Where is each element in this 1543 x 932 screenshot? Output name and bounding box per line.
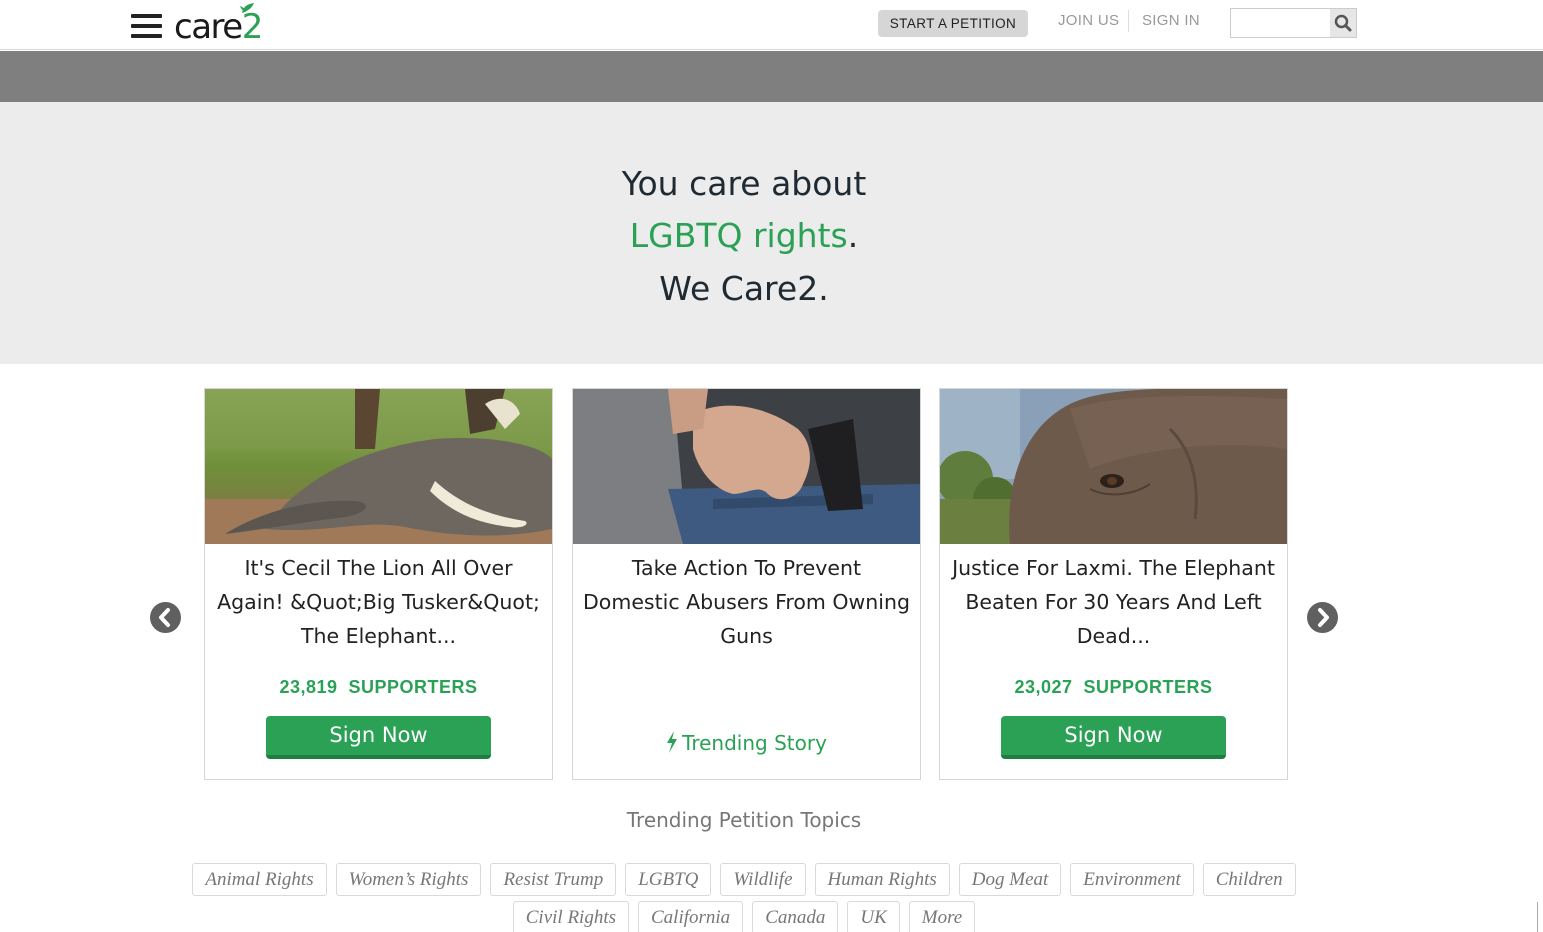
topic-tags-row: Civil Rights California Canada UK More — [0, 901, 1488, 932]
search-box — [1230, 8, 1357, 38]
supporters-count: 23,819 SUPPORTERS — [279, 677, 478, 697]
petition-card[interactable]: Justice For Laxmi. The Elephant Beaten F… — [939, 388, 1288, 780]
hero-topic: LGBTQ rights — [629, 216, 848, 255]
chevron-right-icon — [1318, 608, 1329, 627]
topic-tag-human-rights[interactable]: Human Rights — [814, 863, 950, 896]
nav-divider — [1128, 10, 1129, 32]
grey-banner — [0, 51, 1543, 102]
petition-card[interactable]: It's Cecil The Lion All Over Again! &Quo… — [204, 388, 553, 780]
join-us-link[interactable]: JOIN US — [1058, 12, 1119, 29]
search-icon — [1334, 14, 1352, 32]
carousel-prev-button[interactable] — [150, 602, 181, 633]
topic-tag-animal-rights[interactable]: Animal Rights — [192, 863, 327, 896]
topic-tag-more[interactable]: More — [908, 901, 976, 932]
supporters-count: 23,027 SUPPORTERS — [1014, 677, 1213, 697]
topic-tag-environment[interactable]: Environment — [1070, 863, 1194, 896]
care2-logo[interactable]: care2 — [174, 2, 284, 46]
topic-tag-children[interactable]: Children — [1202, 863, 1296, 896]
topic-tag-california[interactable]: California — [638, 901, 744, 932]
carousel-next-button[interactable] — [1307, 602, 1338, 633]
search-button[interactable] — [1330, 9, 1356, 37]
topic-tag-canada[interactable]: Canada — [752, 901, 839, 932]
topic-tag-dog-meat[interactable]: Dog Meat — [958, 863, 1062, 896]
top-navigation-bar: care2 START A PETITION JOIN US SIGN IN — [0, 0, 1543, 50]
start-petition-button[interactable]: START A PETITION — [878, 10, 1028, 37]
petition-title[interactable]: Justice For Laxmi. The Elephant Beaten F… — [950, 551, 1277, 653]
topic-tags-row: Animal Rights Women’s Rights Resist Trum… — [0, 863, 1488, 896]
chevron-left-icon — [159, 608, 170, 627]
sign-now-button[interactable]: Sign Now — [266, 716, 491, 759]
trending-topics-heading: Trending Petition Topics — [626, 808, 862, 832]
menu-icon[interactable] — [131, 13, 162, 39]
topic-tag-civil-rights[interactable]: Civil Rights — [512, 901, 629, 932]
scrollbar-edge — [1537, 902, 1543, 932]
hero-section: You care about LGBTQ rights. We Care2. — [0, 102, 1543, 364]
petition-image-gun-pocket[interactable] — [573, 389, 920, 544]
hero-line-2: LGBTQ rights. — [629, 216, 859, 255]
sign-in-link[interactable]: SIGN IN — [1142, 12, 1200, 29]
search-input[interactable] — [1231, 9, 1331, 37]
topic-tag-wildlife[interactable]: Wildlife — [720, 863, 806, 896]
hero-line-1: You care about — [621, 164, 867, 203]
hero-line-3: We Care2. — [659, 269, 829, 308]
sign-now-button[interactable]: Sign Now — [1001, 716, 1226, 759]
bolt-icon — [667, 731, 678, 753]
petition-card[interactable]: Take Action To Prevent Domestic Abusers … — [572, 388, 921, 780]
petition-image-elephant-laxmi[interactable] — [940, 389, 1287, 544]
topic-tag-uk[interactable]: UK — [847, 901, 900, 932]
trending-story-link[interactable]: Trending Story — [573, 731, 920, 755]
petition-title[interactable]: Take Action To Prevent Domestic Abusers … — [583, 551, 910, 653]
topic-tag-womens-rights[interactable]: Women’s Rights — [335, 863, 482, 896]
petition-image-elephant-tusker[interactable] — [205, 389, 552, 544]
topic-tag-resist-trump[interactable]: Resist Trump — [490, 863, 617, 896]
petition-title[interactable]: It's Cecil The Lion All Over Again! &Quo… — [215, 551, 542, 653]
topic-tag-lgbtq[interactable]: LGBTQ — [625, 863, 712, 896]
